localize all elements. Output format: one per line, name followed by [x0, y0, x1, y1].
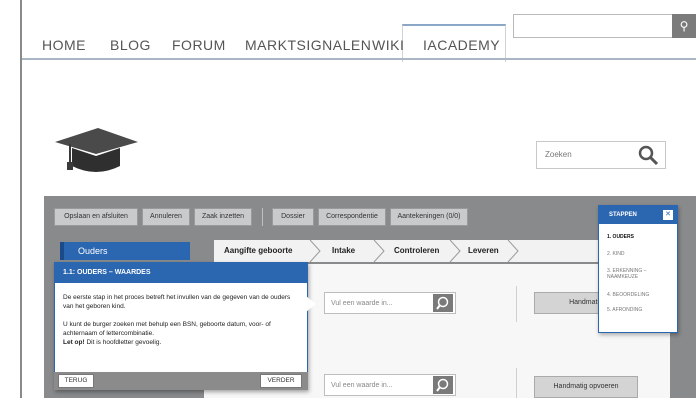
sidebar-item-ouders[interactable]: Ouders: [60, 242, 190, 260]
breadcrumb-step-leveren[interactable]: Leveren: [468, 240, 499, 262]
aantekeningen-button[interactable]: Aantekeningen (0/0): [390, 208, 468, 226]
correspondentie-button[interactable]: Correspondentie: [318, 208, 386, 226]
value-input-placeholder: Vul een waarde in...: [331, 382, 393, 389]
search-icon: [436, 296, 449, 310]
divider: [516, 286, 517, 322]
step-item-beoordeling[interactable]: 4. BEOORDELING: [607, 292, 673, 298]
nav-underline: [22, 58, 696, 60]
tooltip-pointer: [306, 296, 316, 312]
step-item-ouders[interactable]: 1. OUDERS: [607, 234, 673, 240]
breadcrumb-step-controleren[interactable]: Controleren: [394, 240, 439, 262]
zaak-inzetten-button[interactable]: Zaak inzetten: [194, 208, 252, 226]
breadcrumb-step-aangifte[interactable]: Aangifte geboorte: [224, 240, 292, 262]
breadcrumb-step-intake[interactable]: Intake: [332, 240, 355, 262]
nav-item-iacademy[interactable]: IACADEMY: [423, 37, 500, 53]
nav-item-marktsignalen[interactable]: MARKTSIGNALEN: [245, 37, 371, 53]
step-item-kind[interactable]: 2. KIND: [607, 251, 673, 257]
magnifier-icon[interactable]: [637, 144, 659, 166]
save-close-button[interactable]: Opslaan en afsluiten: [54, 208, 138, 226]
value-input-placeholder: Vul een waarde in...: [331, 300, 393, 307]
nav-item-forum[interactable]: FORUM: [172, 37, 226, 53]
help-tooltip: 1.1: OUDERS – WAARDES De eerste stap in …: [54, 262, 308, 390]
top-search-input[interactable]: [513, 14, 688, 38]
next-button[interactable]: VERDER: [260, 374, 302, 388]
nav-item-blog[interactable]: BLOG: [110, 37, 151, 53]
nav-item-wiki[interactable]: WIKI: [372, 37, 404, 53]
toolbar-separator: [262, 208, 263, 226]
page-frame: HOME BLOG FORUM MARKTSIGNALEN WIKI IACAD…: [0, 0, 696, 398]
tooltip-paragraph-2: U kunt de burger zoeken met behulp een B…: [63, 321, 271, 337]
step-item-erkenning[interactable]: 3. ERKENNING – NAAMKEUZE: [607, 268, 673, 280]
search-icon: [436, 378, 449, 392]
tooltip-note-text: Dit is hoofdletter gevoelig.: [86, 339, 162, 346]
step-item-afronding[interactable]: 5. AFRONDING: [607, 307, 673, 313]
graduation-cap-icon: [55, 128, 138, 172]
value-input-2[interactable]: Vul een waarde in...: [324, 374, 456, 396]
steps-panel: STAPPEN ✕ 1. OUDERS 2. KIND 3. ERKENNING…: [598, 205, 678, 333]
cancel-button[interactable]: Annuleren: [142, 208, 190, 226]
tooltip-body: De eerste stap in het proces betreft het…: [63, 293, 299, 347]
search-placeholder: Zoeken: [545, 150, 572, 159]
search-box[interactable]: Zoeken: [536, 141, 666, 169]
back-button[interactable]: TERUG: [58, 374, 94, 388]
top-search-button[interactable]: ⚲: [672, 14, 696, 38]
value-input-1[interactable]: Vul een waarde in...: [324, 292, 456, 314]
search-icon: ⚲: [679, 19, 689, 33]
field-search-button[interactable]: [433, 376, 453, 394]
nav-item-home[interactable]: HOME: [42, 37, 86, 53]
tooltip-note-label: Let op!: [63, 339, 85, 346]
field-search-button[interactable]: [433, 294, 453, 312]
tooltip-title: 1.1: OUDERS – WAARDES: [55, 263, 307, 283]
process-breadcrumb: Aangifte geboorte Intake Controleren Lev…: [214, 240, 664, 262]
divider: [516, 368, 517, 398]
tooltip-paragraph-1: De eerste stap in het proces betreft het…: [63, 294, 291, 310]
close-icon[interactable]: ✕: [663, 210, 673, 220]
dossier-button[interactable]: Dossier: [272, 208, 314, 226]
manual-entry-button-2[interactable]: Handmatig opvoeren: [534, 376, 638, 398]
